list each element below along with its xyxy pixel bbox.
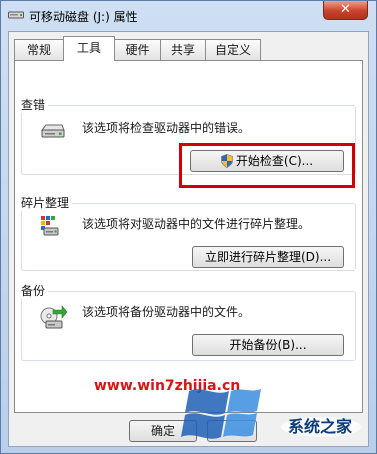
tools-tab-panel: 查错 该选项将检查驱动器中的错误。 开始检查(C)... 碎片整理 该选项将对驱… xyxy=(14,60,363,413)
drive-icon xyxy=(40,124,65,138)
defrag-now-label: 立即进行碎片整理(D)... xyxy=(204,250,332,264)
defrag-now-button[interactable]: 立即进行碎片整理(D)... xyxy=(192,246,344,268)
defrag-group: 碎片整理 该选项将对驱动器中的文件进行碎片整理。 立即进行碎片整理(D)... xyxy=(21,194,356,271)
close-button[interactable]: ✕ xyxy=(323,1,368,20)
group-title: 查错 xyxy=(21,96,49,113)
removable-drive-icon xyxy=(8,11,24,19)
tab-label: 硬件 xyxy=(125,43,150,57)
close-icon: ✕ xyxy=(340,2,351,17)
backup-icon xyxy=(40,305,68,329)
tab-customize[interactable]: 自定义 xyxy=(205,39,261,60)
tab-label: 工具 xyxy=(76,41,101,55)
window-title: 可移动磁盘 (J:) 属性 xyxy=(29,10,138,24)
highlight-box xyxy=(179,143,355,188)
tab-label: 共享 xyxy=(170,43,195,57)
tab-tools[interactable]: 工具 xyxy=(63,36,115,61)
error-check-description: 该选项将检查驱动器中的错误。 xyxy=(82,121,251,135)
tab-general[interactable]: 常规 xyxy=(14,39,64,60)
ok-label: 确定 xyxy=(150,424,175,438)
start-backup-label: 开始备份(B)... xyxy=(229,338,307,352)
group-title: 备份 xyxy=(21,282,49,299)
defrag-description: 该选项将对驱动器中的文件进行碎片整理。 xyxy=(82,217,311,231)
start-backup-button[interactable]: 开始备份(B)... xyxy=(192,334,344,356)
tab-label: 常规 xyxy=(26,43,51,57)
properties-window: 可移动磁盘 (J:) 属性 ✕ 常规 工具 硬件 共享 自定义 查错 该选项将检… xyxy=(0,0,377,454)
title-bar[interactable]: 可移动磁盘 (J:) 属性 ✕ xyxy=(1,1,376,31)
watermark-site-name: 系统之家 xyxy=(288,417,353,436)
tab-hardware[interactable]: 硬件 xyxy=(114,39,161,60)
defrag-icon xyxy=(41,216,59,236)
backup-description: 该选项将备份驱动器中的文件。 xyxy=(82,305,251,319)
tab-sharing[interactable]: 共享 xyxy=(160,39,206,60)
backup-group: 备份 该选项将备份驱动器中的文件。 开始备份(B)... xyxy=(21,282,356,361)
tab-label: 自定义 xyxy=(214,43,251,57)
group-title: 碎片整理 xyxy=(21,194,73,211)
